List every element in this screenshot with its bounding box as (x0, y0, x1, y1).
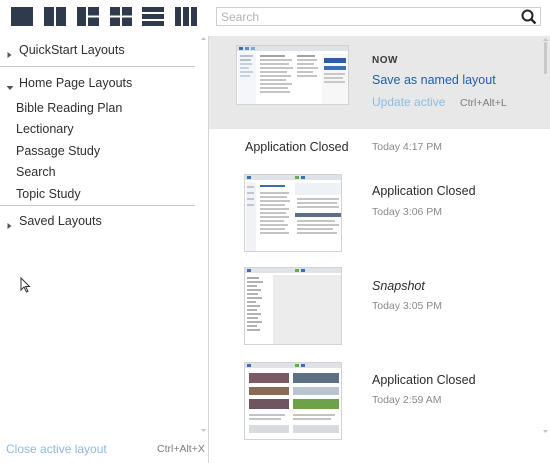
group-saved-layouts[interactable]: Saved Layouts (0, 207, 195, 236)
divider (0, 66, 195, 67)
layouts-sidebar: QuickStart Layouts Home Page Layouts Bib… (0, 36, 208, 436)
entry-time: Today 2:59 AM (372, 394, 442, 406)
entry-thumbnail (244, 267, 342, 345)
close-shortcut: Ctrl+Alt+X (157, 443, 205, 455)
mouse-pointer-icon (20, 276, 31, 293)
layout-item-lectionary[interactable]: Lectionary (16, 122, 74, 136)
caret-down-icon (6, 79, 14, 90)
entry-thumbnail (244, 362, 342, 440)
group-label: QuickStart Layouts (19, 43, 125, 57)
layout-two-columns-icon[interactable] (44, 7, 66, 26)
layout-item-topic-study[interactable]: Topic Study (16, 187, 81, 201)
layout-three-pane-icon[interactable] (77, 7, 99, 26)
divider (0, 205, 195, 206)
layout-item-passage-study[interactable]: Passage Study (16, 144, 100, 158)
entry-thumbnail (244, 174, 342, 252)
save-as-named-layout-link[interactable]: Save as named layout (372, 73, 496, 87)
update-active-link[interactable]: Update active (372, 95, 445, 109)
sidebar-footer: Close active layout Ctrl+Alt+X (0, 436, 208, 463)
group-label: Saved Layouts (19, 214, 102, 228)
now-entry[interactable]: NOW Save as named layout Update active C… (209, 36, 550, 129)
close-active-layout-link[interactable]: Close active layout (6, 442, 107, 456)
group-home-page-layouts[interactable]: Home Page Layouts (0, 69, 195, 98)
history-scrollbar[interactable] (540, 36, 550, 463)
toolbar (0, 0, 550, 36)
search-icon[interactable] (521, 9, 537, 25)
group-quickstart-layouts[interactable]: QuickStart Layouts (0, 36, 195, 65)
layout-single-icon[interactable] (11, 7, 33, 26)
update-shortcut: Ctrl+Alt+L (460, 97, 507, 109)
now-label: NOW (372, 55, 398, 66)
entry-time: Today 4:17 PM (372, 141, 443, 153)
layout-history: NOW Save as named layout Update active C… (208, 36, 550, 463)
entry-title: Application Closed (372, 184, 476, 198)
caret-right-icon (6, 217, 14, 229)
now-thumbnail (236, 45, 349, 105)
entry-time: Today 3:06 PM (372, 206, 443, 218)
entry-title: Application Closed (245, 140, 349, 154)
entry-title: Application Closed (372, 373, 476, 387)
search-box (216, 7, 541, 26)
layout-four-grid-icon[interactable] (110, 7, 132, 26)
layout-rows-icon[interactable] (142, 7, 164, 26)
entry-title: Snapshot (372, 279, 425, 293)
layout-three-columns-icon[interactable] (175, 7, 197, 26)
search-input[interactable] (217, 8, 517, 25)
entry-time: Today 3:05 PM (372, 300, 443, 312)
caret-right-icon (6, 46, 14, 58)
group-label: Home Page Layouts (19, 76, 133, 90)
layout-item-search[interactable]: Search (16, 165, 56, 179)
sidebar-scrollbar[interactable] (199, 36, 208, 436)
layout-item-bible-reading-plan[interactable]: Bible Reading Plan (16, 101, 122, 115)
